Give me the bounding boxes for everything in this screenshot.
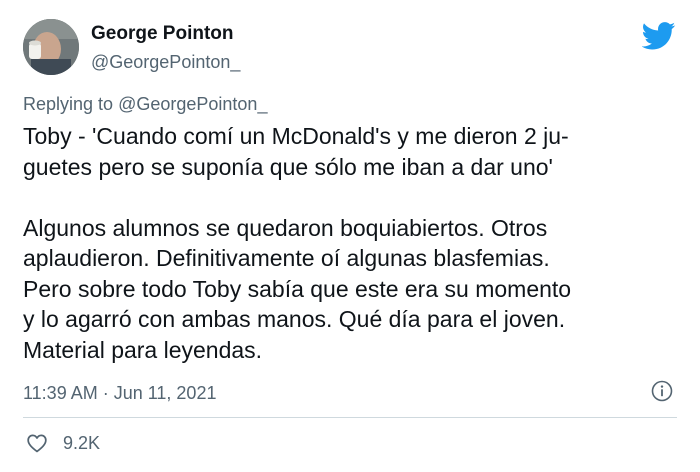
avatar[interactable]	[23, 19, 79, 75]
user-handle[interactable]: @GeorgePointon_	[91, 52, 240, 73]
divider	[23, 417, 677, 418]
like-button[interactable]: 9.2K	[26, 431, 100, 455]
replying-to: Replying to @GeorgePointon_	[23, 94, 267, 115]
replying-prefix: Replying to	[23, 94, 114, 114]
tweet-card: George Pointon @GeorgePointon_ Replying …	[0, 0, 700, 472]
tweet-line: Toby - 'Cuando comí un McDonald's y me d…	[23, 123, 569, 149]
tweet-timestamp[interactable]: 11:39 AM · Jun 11, 2021	[23, 383, 216, 404]
info-icon[interactable]	[651, 380, 673, 402]
tweet-line: Material para leyendas.	[23, 336, 263, 363]
tweet-line: y lo agarró con ambas manos. Qué día par…	[23, 306, 566, 332]
tweet-line: aplaudieron. Definitivamente oí algunas …	[23, 245, 550, 271]
twitter-bird-icon[interactable]	[642, 22, 676, 50]
tweet-text: Toby - 'Cuando comí un McDonald's y me d…	[23, 121, 673, 365]
tweet-line: guetes pero se suponía que sólo me iban …	[23, 153, 553, 180]
display-name[interactable]: George Pointon	[91, 23, 234, 45]
tweet-line: Algunos alumnos se quedaron boquiabierto…	[23, 214, 548, 241]
heart-icon	[27, 434, 47, 453]
tweet-line: Pero sobre todo Toby sabía que este era …	[23, 275, 572, 302]
like-count: 9.2K	[63, 432, 101, 453]
reply-mention-link[interactable]: @GeorgePointon_	[118, 94, 267, 114]
